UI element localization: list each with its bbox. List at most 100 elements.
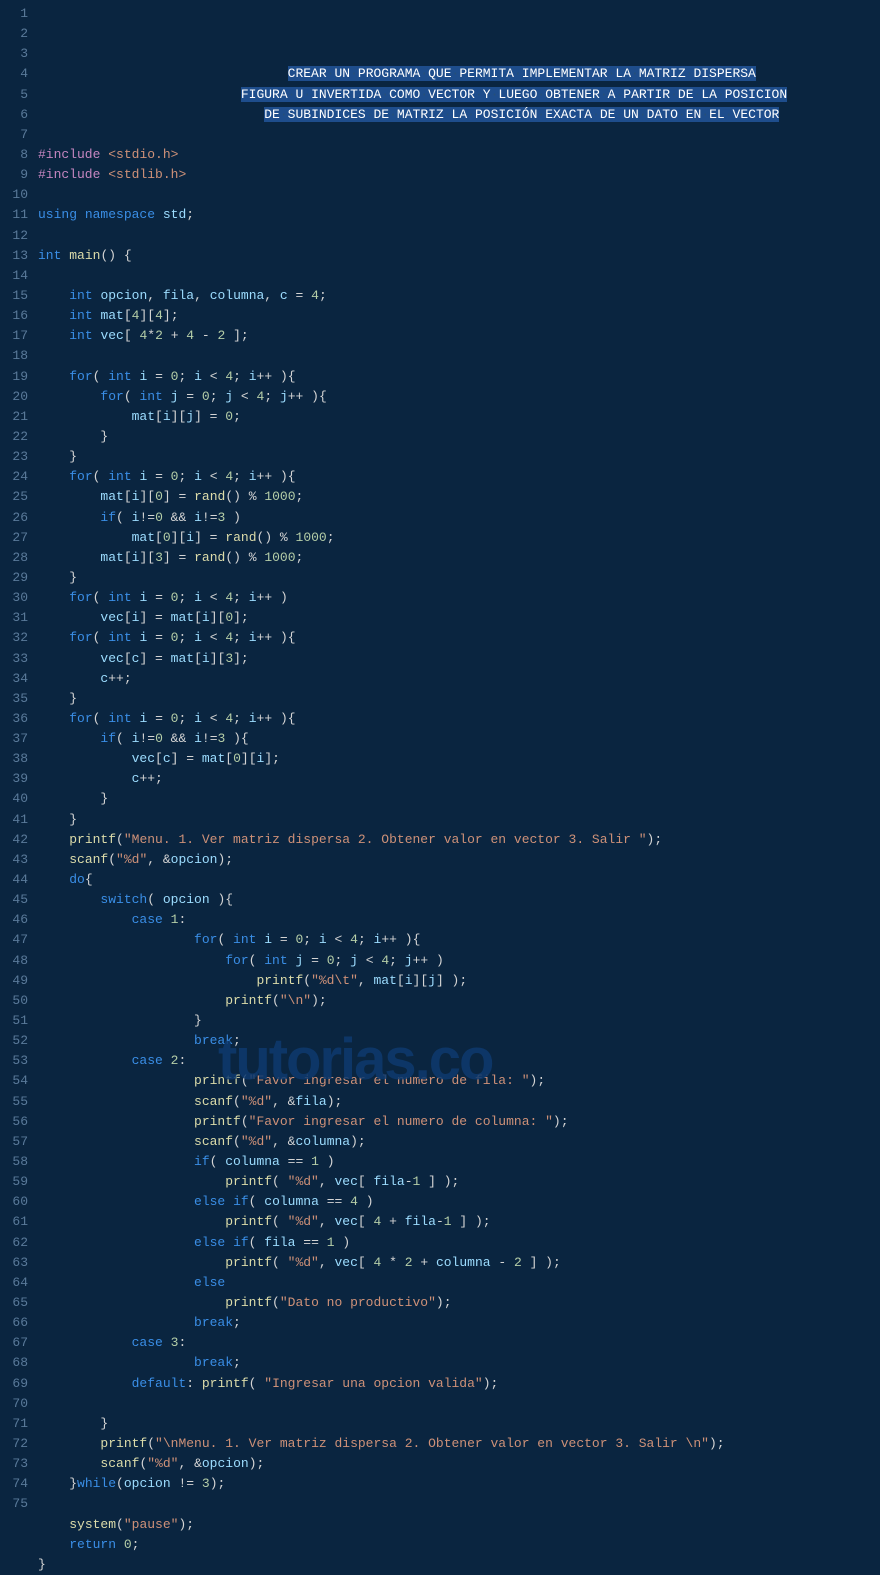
code-line[interactable]: printf("\n"); [38, 991, 880, 1011]
line-number: 38 [0, 749, 28, 769]
code-line[interactable] [38, 226, 880, 246]
code-line[interactable]: do{ [38, 870, 880, 890]
line-number: 24 [0, 467, 28, 487]
line-number: 23 [0, 447, 28, 467]
line-number: 52 [0, 1031, 28, 1051]
code-line[interactable]: vec[c] = mat[i][3]; [38, 649, 880, 669]
code-line[interactable]: int mat[4][4]; [38, 306, 880, 326]
line-number: 43 [0, 850, 28, 870]
code-line[interactable]: printf("Menu. 1. Ver matriz dispersa 2. … [38, 830, 880, 850]
code-line[interactable]: scanf("%d", &columna); [38, 1132, 880, 1152]
code-line[interactable]: scanf("%d", &fila); [38, 1092, 880, 1112]
line-number: 26 [0, 508, 28, 528]
code-line[interactable]: break; [38, 1313, 880, 1333]
code-line[interactable]: case 1: [38, 910, 880, 930]
code-line[interactable] [38, 346, 880, 366]
code-line[interactable]: scanf("%d", &opcion); [38, 1454, 880, 1474]
code-line[interactable]: mat[i][3] = rand() % 1000; [38, 548, 880, 568]
code-line[interactable]: printf("Favor ingresar el numero de colu… [38, 1112, 880, 1132]
code-line[interactable]: } [38, 568, 880, 588]
code-line[interactable]: for( int j = 0; j < 4; j++ ){ [38, 387, 880, 407]
code-line[interactable]: for( int i = 0; i < 4; i++ ){ [38, 467, 880, 487]
code-line[interactable] [38, 125, 880, 145]
code-line[interactable]: #include <stdio.h> [38, 145, 880, 165]
code-line[interactable]: for( int j = 0; j < 4; j++ ) [38, 951, 880, 971]
code-line[interactable]: FIGURA·U·INVERTIDA·COMO·VECTOR·Y·LUEGO·O… [38, 85, 880, 105]
line-number: 11 [0, 205, 28, 225]
code-line[interactable]: for( int i = 0; i < 4; i++ ){ [38, 628, 880, 648]
code-line[interactable]: printf("\nMenu. 1. Ver matriz dispersa 2… [38, 1434, 880, 1454]
line-number: 22 [0, 427, 28, 447]
code-line[interactable] [38, 1494, 880, 1514]
code-line[interactable]: int opcion, fila, columna, c = 4; [38, 286, 880, 306]
line-number: 70 [0, 1394, 28, 1414]
code-line[interactable]: printf( "%d", vec[ 4 + fila-1 ] ); [38, 1212, 880, 1232]
code-line[interactable]: printf("Favor ingresar el numero de fila… [38, 1071, 880, 1091]
code-line[interactable]: #include <stdlib.h> [38, 165, 880, 185]
code-line[interactable]: mat[0][i] = rand() % 1000; [38, 528, 880, 548]
code-line[interactable]: } [38, 427, 880, 447]
code-line[interactable]: mat[i][j] = 0; [38, 407, 880, 427]
code-line[interactable]: } [38, 1011, 880, 1031]
code-line[interactable]: else [38, 1273, 880, 1293]
code-line[interactable]: case 2: [38, 1051, 880, 1071]
code-line[interactable]: break; [38, 1353, 880, 1373]
code-line[interactable]: }while(opcion != 3); [38, 1474, 880, 1494]
code-line[interactable]: CREAR·UN·PROGRAMA·QUE·PERMITA·IMPLEMENTA… [38, 64, 880, 84]
code-line[interactable]: if( columna == 1 ) [38, 1152, 880, 1172]
code-line[interactable] [38, 1394, 880, 1414]
code-line[interactable]: } [38, 789, 880, 809]
line-number: 55 [0, 1092, 28, 1112]
line-number: 3 [0, 44, 28, 64]
code-line[interactable]: vec[i] = mat[i][0]; [38, 608, 880, 628]
code-line[interactable]: scanf("%d", &opcion); [38, 850, 880, 870]
line-number: 65 [0, 1293, 28, 1313]
code-line[interactable]: } [38, 447, 880, 467]
line-number: 39 [0, 769, 28, 789]
code-line[interactable]: for( int i = 0; i < 4; i++ ){ [38, 709, 880, 729]
code-line[interactable]: default: printf( "Ingresar una opcion va… [38, 1374, 880, 1394]
line-number: 57 [0, 1132, 28, 1152]
code-line[interactable]: mat[i][0] = rand() % 1000; [38, 487, 880, 507]
line-number: 44 [0, 870, 28, 890]
line-number: 27 [0, 528, 28, 548]
code-line[interactable]: using namespace std; [38, 205, 880, 225]
line-number: 30 [0, 588, 28, 608]
code-line[interactable] [38, 266, 880, 286]
code-line[interactable]: } [38, 1414, 880, 1434]
code-line[interactable]: int vec[ 4*2 + 4 - 2 ]; [38, 326, 880, 346]
code-line[interactable]: DE·SUBINDICES·DE·MATRIZ·LA·POSICIÓN·EXAC… [38, 105, 880, 125]
line-number: 42 [0, 830, 28, 850]
code-line[interactable]: c++; [38, 669, 880, 689]
line-number: 54 [0, 1071, 28, 1091]
code-line[interactable]: system("pause"); [38, 1515, 880, 1535]
code-line[interactable]: if( i!=0 && i!=3 ){ [38, 729, 880, 749]
line-number: 16 [0, 306, 28, 326]
code-line[interactable]: } [38, 689, 880, 709]
code-line[interactable]: } [38, 810, 880, 830]
code-line[interactable]: return 0; [38, 1535, 880, 1555]
code-line[interactable]: for( int i = 0; i < 4; i++ ){ [38, 930, 880, 950]
code-line[interactable]: printf( "%d", vec[ fila-1 ] ); [38, 1172, 880, 1192]
line-number: 14 [0, 266, 28, 286]
code-line[interactable]: break; [38, 1031, 880, 1051]
code-line[interactable]: switch( opcion ){ [38, 890, 880, 910]
code-line[interactable]: c++; [38, 769, 880, 789]
code-line[interactable]: printf("Dato no productivo"); [38, 1293, 880, 1313]
code-line[interactable]: for( int i = 0; i < 4; i++ ){ [38, 367, 880, 387]
code-line[interactable]: if( i!=0 && i!=3 ) [38, 508, 880, 528]
code-line[interactable]: for( int i = 0; i < 4; i++ ) [38, 588, 880, 608]
code-line[interactable]: case 3: [38, 1333, 880, 1353]
code-line[interactable] [38, 185, 880, 205]
code-editor[interactable]: 1234567891011121314151617181920212223242… [0, 0, 880, 1160]
code-content[interactable]: tutorias.co CREAR·UN·PROGRAMA·QUE·PERMIT… [38, 4, 880, 1160]
code-line[interactable]: printf( "%d", vec[ 4 * 2 + columna - 2 ]… [38, 1253, 880, 1273]
code-line[interactable]: int main() { [38, 246, 880, 266]
code-line[interactable]: else if( fila == 1 ) [38, 1233, 880, 1253]
line-number: 19 [0, 367, 28, 387]
code-line[interactable]: printf("%d\t", mat[i][j] ); [38, 971, 880, 991]
code-line[interactable]: vec[c] = mat[0][i]; [38, 749, 880, 769]
code-line[interactable]: } [38, 1555, 880, 1575]
line-number: 74 [0, 1474, 28, 1494]
code-line[interactable]: else if( columna == 4 ) [38, 1192, 880, 1212]
